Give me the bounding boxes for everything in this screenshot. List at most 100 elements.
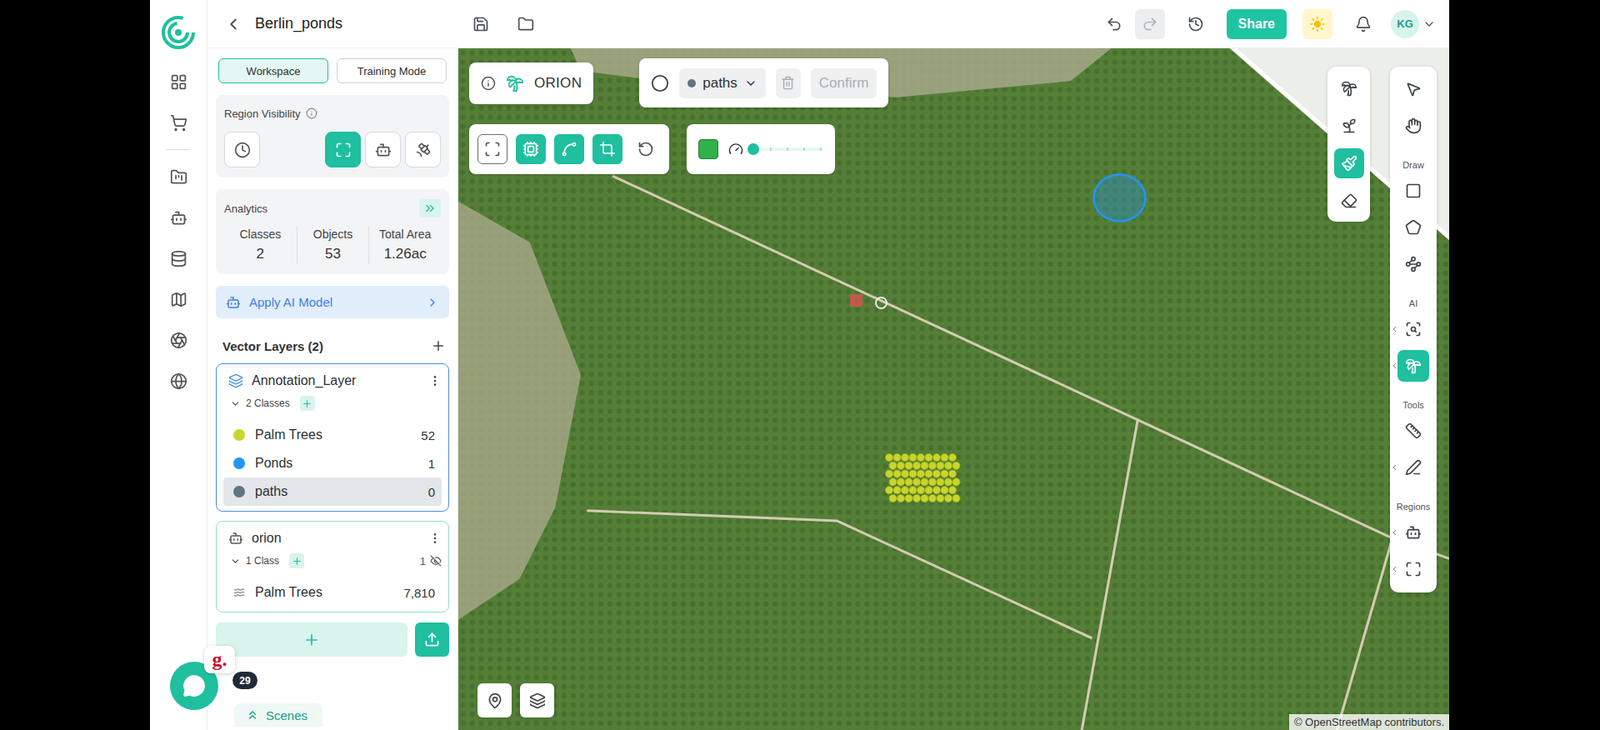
more-icon[interactable] [428,531,442,545]
tool-button[interactable] [1397,350,1430,382]
visibility-button[interactable] [224,131,260,168]
expand-caret[interactable] [1390,528,1400,538]
user-menu[interactable]: KG [1390,10,1436,39]
models-button[interactable] [161,200,195,235]
expand-caret[interactable] [1390,565,1400,575]
ai-tool-button[interactable] [592,134,623,165]
classes-row[interactable]: 1 Class1 [223,550,442,572]
tool-button[interactable] [1397,451,1430,484]
ai-tool-button[interactable] [630,134,661,165]
class-row[interactable]: paths0 [223,477,442,506]
classes-row[interactable]: 2 Classes [223,392,442,415]
class-name: paths [255,484,419,500]
class-row[interactable]: Palm Trees7,810 [223,578,442,607]
tool-button[interactable] [1397,313,1430,345]
tool-button[interactable] [1334,110,1365,141]
locate-button[interactable] [477,683,512,718]
cart-button[interactable] [161,105,195,140]
toolbar-group-title: Regions [1396,500,1430,513]
add-class-button[interactable] [289,553,305,569]
maps-button[interactable] [161,282,195,316]
projects-icon [170,168,188,186]
explore-button[interactable] [161,323,195,357]
notification-badge: 29 [232,671,258,690]
tool-button[interactable] [1397,553,1430,585]
scenes-label: Scenes [265,708,308,723]
map[interactable]: ORIONpathsConfirmDrawAIToolsRegions© Ope… [458,48,1450,730]
expand-caret[interactable] [1390,463,1400,473]
brush-size-slider[interactable] [753,147,824,151]
layer-card[interactable]: Annotation_Layer2 ClassesPalm Trees52Pon… [215,363,450,512]
expand-caret[interactable] [1390,325,1400,335]
pond-feature[interactable] [1091,172,1148,224]
apply-ai-button[interactable]: Apply AI Model [215,285,450,319]
region-visibility-header: Region Visibility [224,105,441,122]
tool-slot [1390,514,1437,551]
info-icon[interactable] [305,107,318,120]
tool-button[interactable] [1397,73,1430,105]
brush-color[interactable] [698,139,719,160]
expand-caret[interactable] [1390,361,1400,371]
tool-button[interactable] [1397,516,1430,549]
add-layer-button[interactable] [215,622,408,657]
projects-button[interactable] [161,160,195,194]
tool-button[interactable] [1397,248,1430,280]
chevron-left-icon [1390,528,1400,538]
add-class-button[interactable] [300,395,315,411]
info-icon[interactable] [480,75,496,91]
tool-button[interactable] [1397,415,1430,447]
sun-icon [1309,15,1326,33]
eraser-icon [1340,192,1358,210]
palm-trees-feature[interactable] [884,452,961,506]
polygon-mode-icon[interactable] [650,74,670,93]
redo-button[interactable] [1135,9,1165,40]
visibility-button[interactable] [405,131,441,168]
share-button[interactable]: Share [1226,9,1287,40]
notifications-button[interactable] [1348,9,1379,40]
basemap-button[interactable] [520,683,555,718]
toolbar-group-title: Tools [1402,399,1425,411]
ai-tool-button[interactable] [515,134,546,165]
class-row[interactable]: Palm Trees52 [223,420,442,450]
back-button[interactable] [223,9,244,40]
scenes-tab[interactable]: Scenes [234,703,323,727]
visibility-button[interactable] [365,131,401,168]
history-button[interactable] [1180,9,1211,40]
expand-analytics-button[interactable] [419,199,441,218]
class-row[interactable]: Ponds1 [223,449,442,478]
confirm-button[interactable]: Confirm [810,68,878,99]
tool-button[interactable] [1397,110,1430,142]
mode-tab[interactable]: Training Mode [336,58,447,84]
tool-button[interactable] [1334,148,1365,179]
plus-icon [301,398,313,410]
layer-header: orion [223,526,442,550]
class-dropdown[interactable]: paths [679,68,766,99]
dashboard-button[interactable] [161,65,195,99]
stat-value: 53 [325,245,341,263]
draw-toolbar: DrawAIToolsRegions [1390,66,1437,593]
logo-icon[interactable] [160,14,197,51]
globe-button[interactable] [161,364,195,398]
visibility-count[interactable]: 1 [420,555,442,568]
delete-button[interactable] [775,68,801,99]
undo-button[interactable] [1099,9,1130,40]
layer-card[interactable]: orion1 Class1 Palm Trees7,810 [215,520,450,613]
network-icon [1405,255,1422,273]
models-icon [170,209,188,227]
more-icon[interactable] [428,374,442,388]
tool-button[interactable] [1334,185,1365,216]
ai-tool-button[interactable] [477,134,508,165]
ai-tool-button[interactable] [554,134,585,165]
theme-button[interactable] [1302,9,1333,40]
mode-tab[interactable]: Workspace [218,58,329,84]
plus-icon[interactable] [430,338,446,354]
tool-button[interactable] [1334,73,1365,104]
slider-knob[interactable] [747,143,760,155]
save-button[interactable] [465,9,496,40]
folder-button[interactable] [510,9,541,40]
visibility-button[interactable] [325,131,361,168]
export-button[interactable] [415,622,450,657]
tool-button[interactable] [1397,211,1430,244]
datasets-button[interactable] [161,241,195,275]
tool-button[interactable] [1397,175,1430,207]
